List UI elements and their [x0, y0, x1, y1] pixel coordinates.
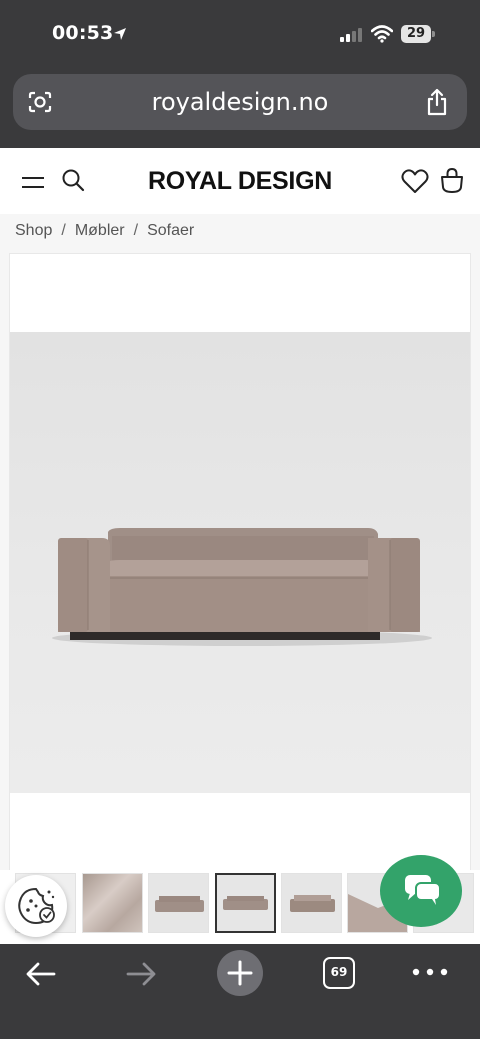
url-text[interactable]: royaldesign.no: [13, 74, 467, 130]
status-bar: 00:53 29: [0, 0, 480, 70]
thumbnail-2[interactable]: [82, 873, 143, 933]
breadcrumb-separator: /: [133, 222, 139, 239]
browser-top-chrome: 00:53 29 royaldesign.no: [0, 0, 480, 148]
location-arrow-icon: [114, 28, 126, 40]
chat-icon: [405, 875, 441, 905]
cookie-settings-button[interactable]: [5, 875, 67, 937]
breadcrumb-separator: /: [61, 222, 66, 239]
breadcrumb-item-sofaer[interactable]: Sofaer: [147, 222, 194, 240]
battery-indicator: 29: [401, 25, 435, 43]
battery-level: 29: [401, 25, 431, 43]
breadcrumb-item-mobler[interactable]: Møbler: [75, 222, 125, 240]
site-header: ROYAL DESIGN: [0, 148, 480, 214]
product-gallery[interactable]: [10, 254, 470, 870]
thumbnail-3[interactable]: [148, 873, 209, 933]
page-settings-icon[interactable]: [27, 90, 53, 114]
cellular-signal-icon: [340, 28, 364, 42]
back-icon[interactable]: [24, 960, 58, 988]
battery-cap: [432, 31, 435, 37]
cookie-icon: [18, 887, 55, 925]
thumbnail-5[interactable]: [281, 873, 342, 933]
product-image-sofa[interactable]: [10, 332, 470, 793]
heart-icon[interactable]: [401, 168, 429, 194]
forward-icon[interactable]: [124, 960, 158, 988]
more-icon[interactable]: [410, 962, 450, 982]
breadcrumb-item-shop[interactable]: Shop: [15, 222, 52, 240]
wifi-icon: [371, 25, 393, 43]
sofa-illustration: [52, 528, 432, 646]
share-icon[interactable]: [425, 88, 449, 116]
plus-icon: [227, 960, 253, 986]
tabs-button[interactable]: 69: [323, 957, 355, 989]
thumbnail-4-selected[interactable]: [215, 873, 276, 933]
bag-icon[interactable]: [439, 166, 465, 194]
address-bar[interactable]: royaldesign.no: [13, 74, 467, 130]
chat-button[interactable]: [380, 855, 462, 927]
breadcrumb: Shop / Møbler / Sofaer: [15, 222, 194, 242]
new-tab-button[interactable]: [217, 950, 263, 996]
browser-toolbar: 69: [0, 944, 480, 1039]
status-time: 00:53: [52, 22, 114, 44]
